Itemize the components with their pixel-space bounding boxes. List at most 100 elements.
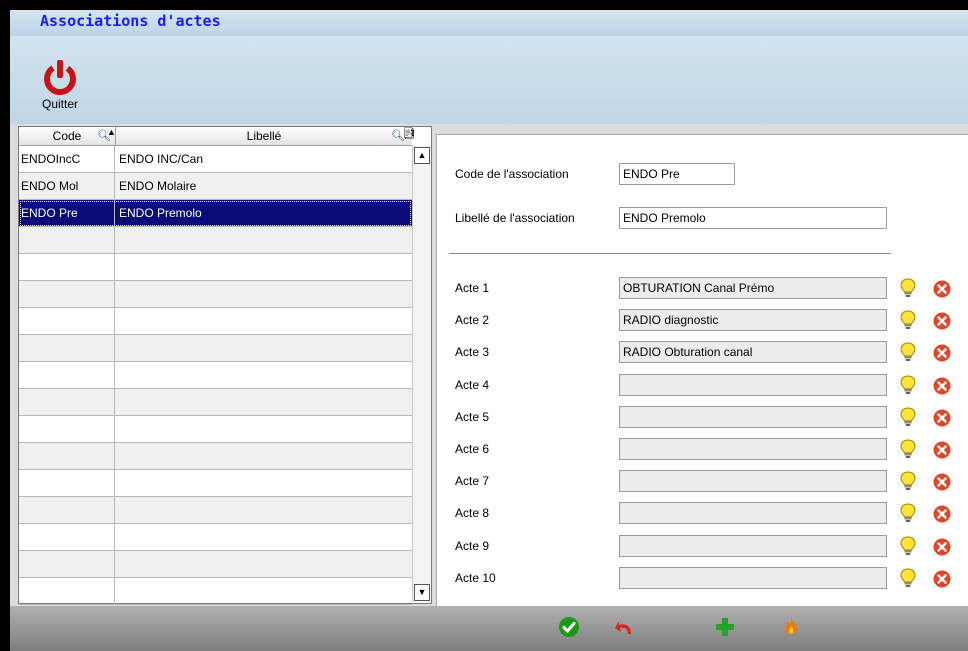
content-area: Code 🔍︎ ▲ Libellé 🔍︎ 📑︎ ENDOIncC ENDO INC… (10, 124, 968, 608)
table-body: ENDOIncC ENDO INC/Can ENDO Mol ENDO Molaire… (19, 146, 412, 605)
lightbulb-icon[interactable] (899, 342, 917, 362)
cell-code (19, 281, 115, 307)
delete-circle-icon[interactable] (933, 538, 951, 558)
acte-field[interactable] (619, 502, 887, 525)
table-row[interactable]: ENDO Mol ENDO Molaire (19, 173, 412, 200)
cell-code (19, 551, 115, 577)
lightbulb-icon[interactable] (899, 375, 917, 395)
cell-code: ENDO Mol (19, 173, 115, 199)
table-row[interactable] (19, 335, 412, 362)
bottom-bar (10, 606, 968, 651)
cell-libelle (115, 470, 412, 496)
column-header-libelle[interactable]: Libellé (116, 127, 412, 145)
cell-code (19, 389, 115, 415)
checkmark-icon (559, 617, 579, 637)
table-row[interactable]: ENDO Pre ENDO Premolo (19, 200, 412, 227)
cell-code (19, 578, 115, 604)
delete-circle-icon[interactable] (933, 473, 951, 493)
associations-table[interactable]: Code 🔍︎ ▲ Libellé 🔍︎ 📑︎ ENDOIncC ENDO INC… (18, 126, 432, 605)
title-bar: Associations d'actes (10, 10, 968, 36)
lightbulb-icon[interactable] (899, 407, 917, 427)
window: Associations d'actes Quitter Code 🔍︎ ▲ L… (10, 10, 968, 651)
cell-libelle (115, 335, 412, 361)
table-row[interactable] (19, 416, 412, 443)
column-menu-icon[interactable]: 📑︎ (402, 127, 416, 140)
delete-circle-icon[interactable] (933, 570, 951, 590)
acte-field[interactable] (619, 534, 887, 557)
cell-libelle (115, 578, 412, 604)
table-row[interactable] (19, 578, 412, 605)
undo-button[interactable] (614, 616, 636, 638)
cell-code: ENDOIncC (19, 146, 115, 172)
cell-libelle: ENDO Premolo (119, 206, 202, 220)
cell-libelle: ENDO Molaire (119, 179, 197, 193)
cell-code (19, 497, 115, 523)
acte-field[interactable] (619, 470, 887, 493)
plus-icon (716, 618, 734, 636)
delete-all-button[interactable] (780, 616, 802, 638)
quit-label: Quitter (41, 97, 78, 111)
delete-circle-icon[interactable] (933, 409, 951, 429)
table-row[interactable] (19, 389, 412, 416)
cell-libelle (115, 308, 412, 334)
vertical-scrollbar[interactable]: ▲ ▼ (412, 146, 431, 602)
scroll-up-button[interactable]: ▲ (414, 147, 430, 164)
code-field[interactable]: ENDO Pre (619, 163, 735, 185)
cell-code (19, 362, 115, 388)
table-row[interactable] (19, 254, 412, 281)
acte-label: Acte 6 (455, 442, 490, 456)
lightbulb-icon[interactable] (899, 439, 917, 459)
libelle-field[interactable]: ENDO Premolo (619, 207, 887, 229)
code-label: Code de l'association (455, 167, 569, 181)
add-button[interactable] (714, 616, 736, 638)
cell-libelle (115, 281, 412, 307)
toolbar: Quitter (10, 36, 968, 124)
table-row[interactable] (19, 362, 412, 389)
table-row[interactable] (19, 227, 412, 254)
cell-libelle (115, 416, 412, 442)
table-row[interactable] (19, 281, 412, 308)
lightbulb-icon[interactable] (899, 471, 917, 491)
table-header: Code 🔍︎ ▲ Libellé 🔍︎ 📑︎ (19, 127, 416, 146)
cell-code (19, 524, 115, 550)
table-row[interactable] (19, 308, 412, 335)
delete-circle-icon[interactable] (933, 441, 951, 461)
libelle-label: Libellé de l'association (455, 211, 575, 225)
cell-libelle (115, 524, 412, 550)
delete-circle-icon[interactable] (933, 377, 951, 397)
scroll-down-button[interactable]: ▼ (414, 584, 430, 601)
lightbulb-icon[interactable] (899, 278, 917, 298)
window-title: Associations d'actes (40, 12, 221, 30)
acte-field[interactable] (619, 373, 887, 396)
acte-field[interactable]: OBTURATION Canal Prémo (619, 277, 887, 299)
table-row[interactable] (19, 551, 412, 578)
acte-label: Acte 4 (455, 377, 490, 392)
acte-field[interactable]: RADIO Obturation canal (619, 341, 887, 364)
validate-button[interactable] (558, 616, 580, 638)
lightbulb-icon[interactable] (899, 310, 917, 330)
lightbulb-icon[interactable] (899, 536, 917, 556)
delete-circle-icon[interactable] (933, 344, 951, 364)
quit-button[interactable]: Quitter (34, 58, 86, 120)
cell-code (19, 416, 115, 442)
lightbulb-icon[interactable] (899, 503, 917, 523)
table-row[interactable]: ENDOIncC ENDO INC/Can (19, 146, 412, 173)
delete-circle-icon[interactable] (933, 312, 951, 332)
delete-circle-icon[interactable] (933, 280, 951, 300)
acte-label: Acte 1 (455, 281, 490, 295)
acte-field[interactable] (619, 405, 887, 428)
table-row[interactable] (19, 524, 412, 551)
lightbulb-icon[interactable] (899, 568, 917, 588)
delete-circle-icon[interactable] (933, 505, 951, 525)
acte-field[interactable]: RADIO diagnostic (619, 309, 887, 332)
sort-asc-icon[interactable]: ▲ (107, 127, 116, 137)
acte-label: Acte 8 (455, 506, 490, 521)
acte-field[interactable] (619, 566, 887, 589)
table-row[interactable] (19, 443, 412, 470)
table-row[interactable] (19, 497, 412, 524)
cell-libelle (115, 227, 412, 253)
acte-field[interactable] (619, 438, 887, 460)
cell-code (19, 227, 115, 253)
separator (449, 253, 891, 254)
table-row[interactable] (19, 470, 412, 497)
